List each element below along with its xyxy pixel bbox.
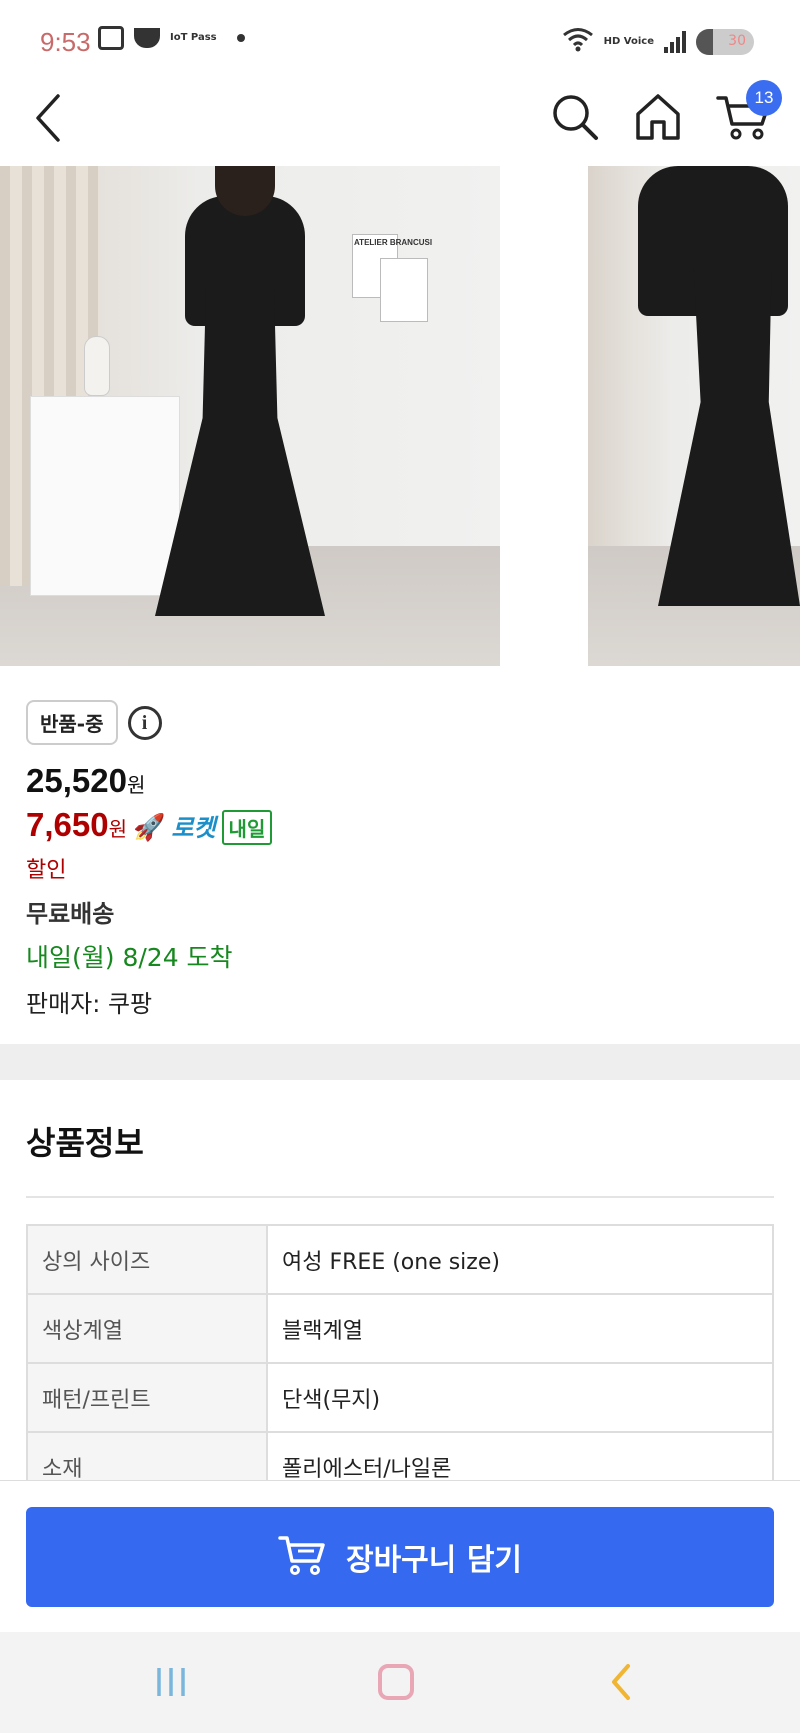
sale-price-row: 7,650원 🚀 로켓 내일 bbox=[26, 806, 273, 845]
table-row: 색상계열 블랙계열 bbox=[26, 1293, 774, 1364]
system-back-icon[interactable] bbox=[606, 1662, 636, 1702]
cart-icon bbox=[278, 1533, 326, 1581]
home-button-icon[interactable] bbox=[378, 1664, 414, 1700]
arrival-date: 내일(월) 8/24 도착 bbox=[26, 943, 233, 972]
product-photo-1[interactable]: ATELIER BRANCUSI bbox=[0, 166, 500, 666]
info-icon[interactable]: i bbox=[127, 705, 162, 740]
original-price-value: 25,520 bbox=[26, 762, 127, 799]
recent-apps-icon[interactable] bbox=[154, 1666, 188, 1698]
status-right-icons: HD Voice 30 bbox=[562, 26, 754, 58]
seller-label: 판매자: 쿠팡 bbox=[26, 990, 153, 1018]
returns-badge: 반품-중 bbox=[26, 700, 118, 745]
battery-fill bbox=[696, 29, 714, 55]
sale-price: 7,650원 bbox=[26, 806, 127, 844]
iot-pass-icon: IoT Pass bbox=[170, 32, 217, 43]
original-price: 25,520원 bbox=[26, 762, 145, 800]
shipping-label: 무료배송 bbox=[26, 900, 115, 928]
status-left-icons: IoT Pass bbox=[98, 26, 245, 50]
spec-value: 여성 FREE (one size) bbox=[266, 1224, 774, 1295]
title-underline bbox=[26, 1196, 774, 1198]
discount-label: 할인 bbox=[26, 858, 67, 883]
cart-count-badge: 13 bbox=[746, 80, 782, 116]
system-navigation-bar bbox=[0, 1632, 800, 1733]
currency-label: 원 bbox=[108, 819, 127, 841]
battery-icon: 30 bbox=[696, 29, 754, 55]
product-photo-2[interactable] bbox=[588, 166, 800, 666]
status-time: 9:53 bbox=[40, 27, 91, 57]
back-icon[interactable] bbox=[30, 88, 70, 148]
add-to-cart-label: 장바구니 담기 bbox=[345, 1543, 523, 1578]
screenshot-icon bbox=[98, 26, 124, 50]
spec-key: 색상계열 bbox=[26, 1293, 268, 1364]
battery-level: 30 bbox=[728, 33, 746, 49]
product-image-gallery[interactable]: ATELIER BRANCUSI bbox=[0, 166, 800, 666]
currency-label: 원 bbox=[126, 775, 146, 797]
hd-voice-icon: HD Voice bbox=[603, 36, 654, 47]
table-row: 상의 사이즈 여성 FREE (one size) bbox=[26, 1224, 774, 1295]
returns-row: 반품-중 i bbox=[26, 700, 162, 745]
spec-key: 상의 사이즈 bbox=[26, 1224, 268, 1295]
status-bar: 9:53 IoT Pass HD Voice 30 bbox=[0, 0, 800, 80]
poster-text: ATELIER BRANCUSI bbox=[354, 238, 433, 247]
sale-price-value: 7,650 bbox=[26, 806, 109, 843]
search-icon[interactable] bbox=[550, 92, 600, 142]
spec-table: 상의 사이즈 여성 FREE (one size) 색상계열 블랙계열 패턴/프… bbox=[26, 1224, 774, 1502]
spec-value: 단색(무지) bbox=[266, 1362, 774, 1433]
bottom-action-bar: 장바구니 담기 bbox=[0, 1480, 800, 1632]
rocket-icon: 🚀 bbox=[133, 813, 166, 843]
section-divider bbox=[0, 1044, 800, 1080]
wifi-icon bbox=[562, 26, 594, 58]
spec-value: 블랙계열 bbox=[266, 1293, 774, 1364]
spec-key: 패턴/프린트 bbox=[26, 1362, 268, 1433]
tomorrow-badge: 내일 bbox=[221, 810, 273, 845]
notification-dot-icon bbox=[236, 34, 245, 42]
rocket-label: 로켓 bbox=[171, 814, 216, 842]
signal-icon bbox=[664, 31, 686, 53]
table-row: 패턴/프린트 단색(무지) bbox=[26, 1362, 774, 1433]
product-details-title: 상품정보 bbox=[26, 1124, 144, 1162]
cup-icon bbox=[134, 28, 160, 48]
add-to-cart-button[interactable]: 장바구니 담기 bbox=[26, 1507, 774, 1607]
home-icon[interactable] bbox=[634, 92, 682, 142]
top-navigation: 13 bbox=[0, 80, 800, 166]
